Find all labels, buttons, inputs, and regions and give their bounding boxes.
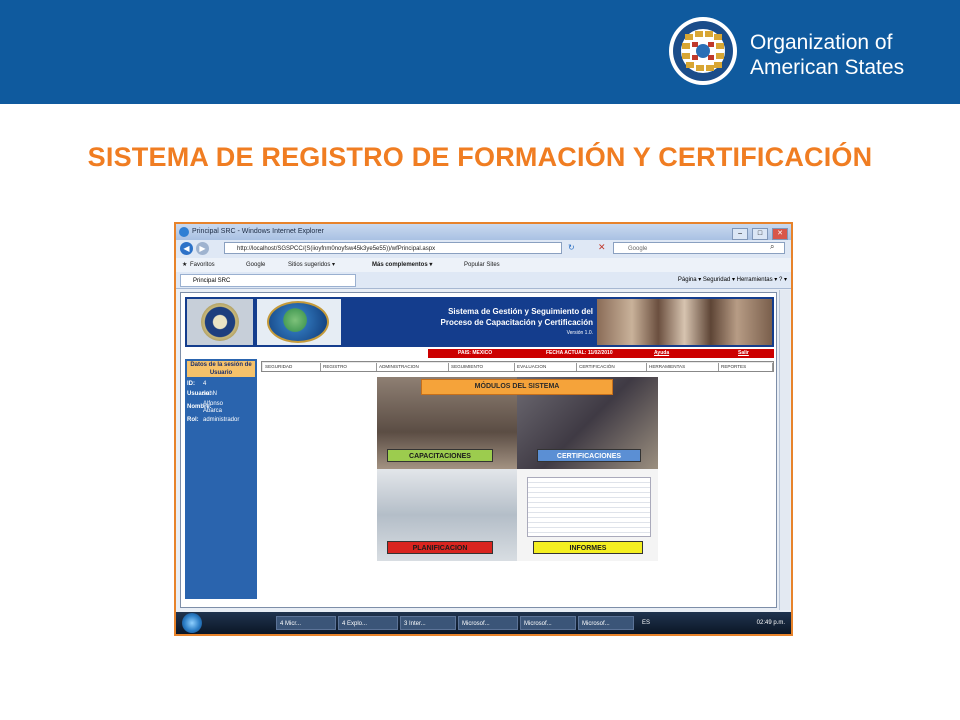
session-panel-title: Datos de la sesión de Usuario bbox=[187, 361, 255, 377]
session-role-value: administrador bbox=[203, 417, 240, 423]
session-row-user: Usuario:sahN bbox=[187, 391, 257, 398]
taskbar-item[interactable]: Microsof... bbox=[578, 616, 634, 630]
menu-evaluacion[interactable]: EVALUACION bbox=[515, 363, 577, 371]
informes-button[interactable]: INFORMES bbox=[533, 541, 643, 554]
command-bar[interactable]: Página ▾ Seguridad ▾ Herramientas ▾ ? ▾ bbox=[678, 272, 787, 288]
window-title: Principal SRC - Windows Internet Explore… bbox=[192, 228, 324, 235]
app-title-line2: Proceso de Capacitación y Certificación bbox=[440, 318, 594, 327]
country-label: PAIS: MEXICO bbox=[458, 350, 493, 356]
favorites-bar: ★ Favoritos Google Sitios sugeridos ▾ Má… bbox=[176, 258, 791, 272]
language-indicator[interactable]: ES bbox=[642, 612, 650, 634]
taskbar: 4 Micr... 4 Explo... 3 Inter... Microsof… bbox=[176, 612, 791, 634]
taskbar-item[interactable]: 3 Inter... bbox=[400, 616, 456, 630]
report-sheet-image bbox=[527, 477, 651, 537]
cicad-globe-icon bbox=[267, 301, 329, 343]
header-banner: Organization of American States bbox=[0, 0, 960, 104]
ie-icon bbox=[179, 227, 189, 237]
refresh-icon[interactable]: ↻ bbox=[568, 243, 575, 252]
popular-sites-link[interactable]: Popular Sites bbox=[464, 258, 500, 272]
tab-principal[interactable]: Principal SRC bbox=[180, 274, 356, 287]
menu-seguimiento[interactable]: SEGUIMIENTO bbox=[449, 363, 515, 371]
taskbar-item[interactable]: Microsof... bbox=[520, 616, 576, 630]
taskbar-item[interactable]: 4 Micr... bbox=[276, 616, 336, 630]
favorites-star-icon[interactable]: ★ bbox=[182, 258, 187, 272]
app-version: Versión 1.0. bbox=[566, 330, 593, 336]
oas-emblem-icon bbox=[201, 303, 239, 341]
favorites-button[interactable]: Favoritos bbox=[190, 258, 215, 272]
slide-title: SISTEMA DE REGISTRO DE FORMACIÓN Y CERTI… bbox=[87, 142, 873, 172]
browser-titlebar: Principal SRC - Windows Internet Explore… bbox=[176, 224, 791, 240]
session-row-name: Nombre:Alfonso Abarca bbox=[187, 401, 257, 415]
app-menu: SEGURIDAD REGISTRO ADMINISTRACION SEGUIM… bbox=[261, 361, 774, 372]
app-title-line1: Sistema de Gestión y Seguimiento del bbox=[448, 307, 593, 316]
minimize-button[interactable]: – bbox=[732, 228, 749, 240]
capacitaciones-button[interactable]: CAPACITACIONES bbox=[387, 449, 493, 462]
browser-screenshot: Principal SRC - Windows Internet Explore… bbox=[174, 222, 793, 636]
session-id-value: 4 bbox=[203, 381, 207, 387]
menu-certificacion[interactable]: CERTIFICACIÓN bbox=[577, 363, 647, 371]
logout-link[interactable]: Salir bbox=[738, 349, 749, 358]
modules-panel: MÓDULOS DEL SISTEMA CAPACITACIONES CERTI… bbox=[377, 377, 658, 561]
menu-seguridad[interactable]: SEGURIDAD bbox=[263, 363, 321, 371]
planificacion-button[interactable]: PLANIFICACION bbox=[387, 541, 493, 554]
session-name-value: Alfonso Abarca bbox=[203, 401, 224, 414]
organization-name: Organization of American States bbox=[750, 30, 904, 80]
session-id-label: ID: bbox=[187, 381, 195, 387]
session-row-role: Rol: administrador bbox=[187, 417, 257, 424]
app-header: Sistema de Gestión y Seguimiento del Pro… bbox=[185, 297, 774, 347]
back-icon[interactable]: ◀ bbox=[180, 242, 193, 255]
menu-reportes[interactable]: REPORTES bbox=[719, 363, 773, 371]
suggested-sites-link[interactable]: Sitios sugeridos ▾ bbox=[288, 258, 335, 272]
app-title: Sistema de Gestión y Seguimiento del Pro… bbox=[353, 306, 594, 328]
org-name-line2: American States bbox=[750, 56, 905, 79]
info-bar: PAIS: MEXICO FECHA ACTUAL: 11/02/2010 Ay… bbox=[428, 349, 774, 358]
clock: 02:49 p.m. bbox=[756, 620, 785, 626]
current-date-label: FECHA ACTUAL: 11/02/2010 bbox=[546, 350, 613, 356]
google-link[interactable]: Google bbox=[246, 258, 265, 272]
start-button[interactable] bbox=[182, 613, 202, 633]
org-name-line1: Organization of bbox=[750, 31, 893, 54]
oas-emblem bbox=[187, 299, 253, 345]
tab-row: Principal SRC Página ▾ Seguridad ▾ Herra… bbox=[176, 272, 791, 289]
web-page: Sistema de Gestión y Seguimiento del Pro… bbox=[180, 292, 777, 608]
modules-title: MÓDULOS DEL SISTEMA bbox=[421, 379, 613, 395]
menu-herramientas[interactable]: HERRAMIENTAS bbox=[647, 363, 719, 371]
more-addons-link[interactable]: Más complementos ▾ bbox=[372, 258, 432, 272]
header-photo bbox=[597, 299, 772, 345]
session-panel: Datos de la sesión de Usuario ID: 4 Usuar… bbox=[185, 359, 257, 599]
stop-icon[interactable]: ✕ bbox=[598, 242, 606, 253]
menu-registro[interactable]: REGISTRO bbox=[321, 363, 377, 371]
session-row-id: ID: 4 bbox=[187, 381, 257, 388]
maximize-button[interactable]: □ bbox=[752, 228, 769, 240]
search-input[interactable]: Google bbox=[613, 242, 785, 254]
search-icon[interactable]: ⌕ bbox=[770, 242, 774, 252]
address-row: ◀ ▶ http://localhost/SGSPCC/(S(iioyfnm0n… bbox=[176, 240, 791, 258]
session-role-label: Rol: bbox=[187, 417, 199, 423]
forward-icon[interactable]: ▶ bbox=[196, 242, 209, 255]
session-user-value: sahN bbox=[203, 391, 218, 397]
taskbar-item[interactable]: 4 Explo... bbox=[338, 616, 398, 630]
cicad-emblem bbox=[257, 299, 341, 345]
session-name-label: Nombre: bbox=[187, 404, 212, 410]
address-bar[interactable]: http://localhost/SGSPCC/(S(iioyfnm0noyfs… bbox=[224, 242, 562, 254]
taskbar-item[interactable]: Microsof... bbox=[458, 616, 518, 630]
close-button[interactable]: ✕ bbox=[772, 228, 788, 240]
session-user-label: Usuario: bbox=[187, 391, 212, 397]
vertical-scrollbar[interactable] bbox=[779, 290, 790, 610]
help-link[interactable]: Ayuda bbox=[654, 349, 669, 358]
oas-seal-icon bbox=[669, 17, 737, 85]
certificaciones-button[interactable]: CERTIFICACIONES bbox=[537, 449, 641, 462]
menu-administracion[interactable]: ADMINISTRACION bbox=[377, 363, 449, 371]
